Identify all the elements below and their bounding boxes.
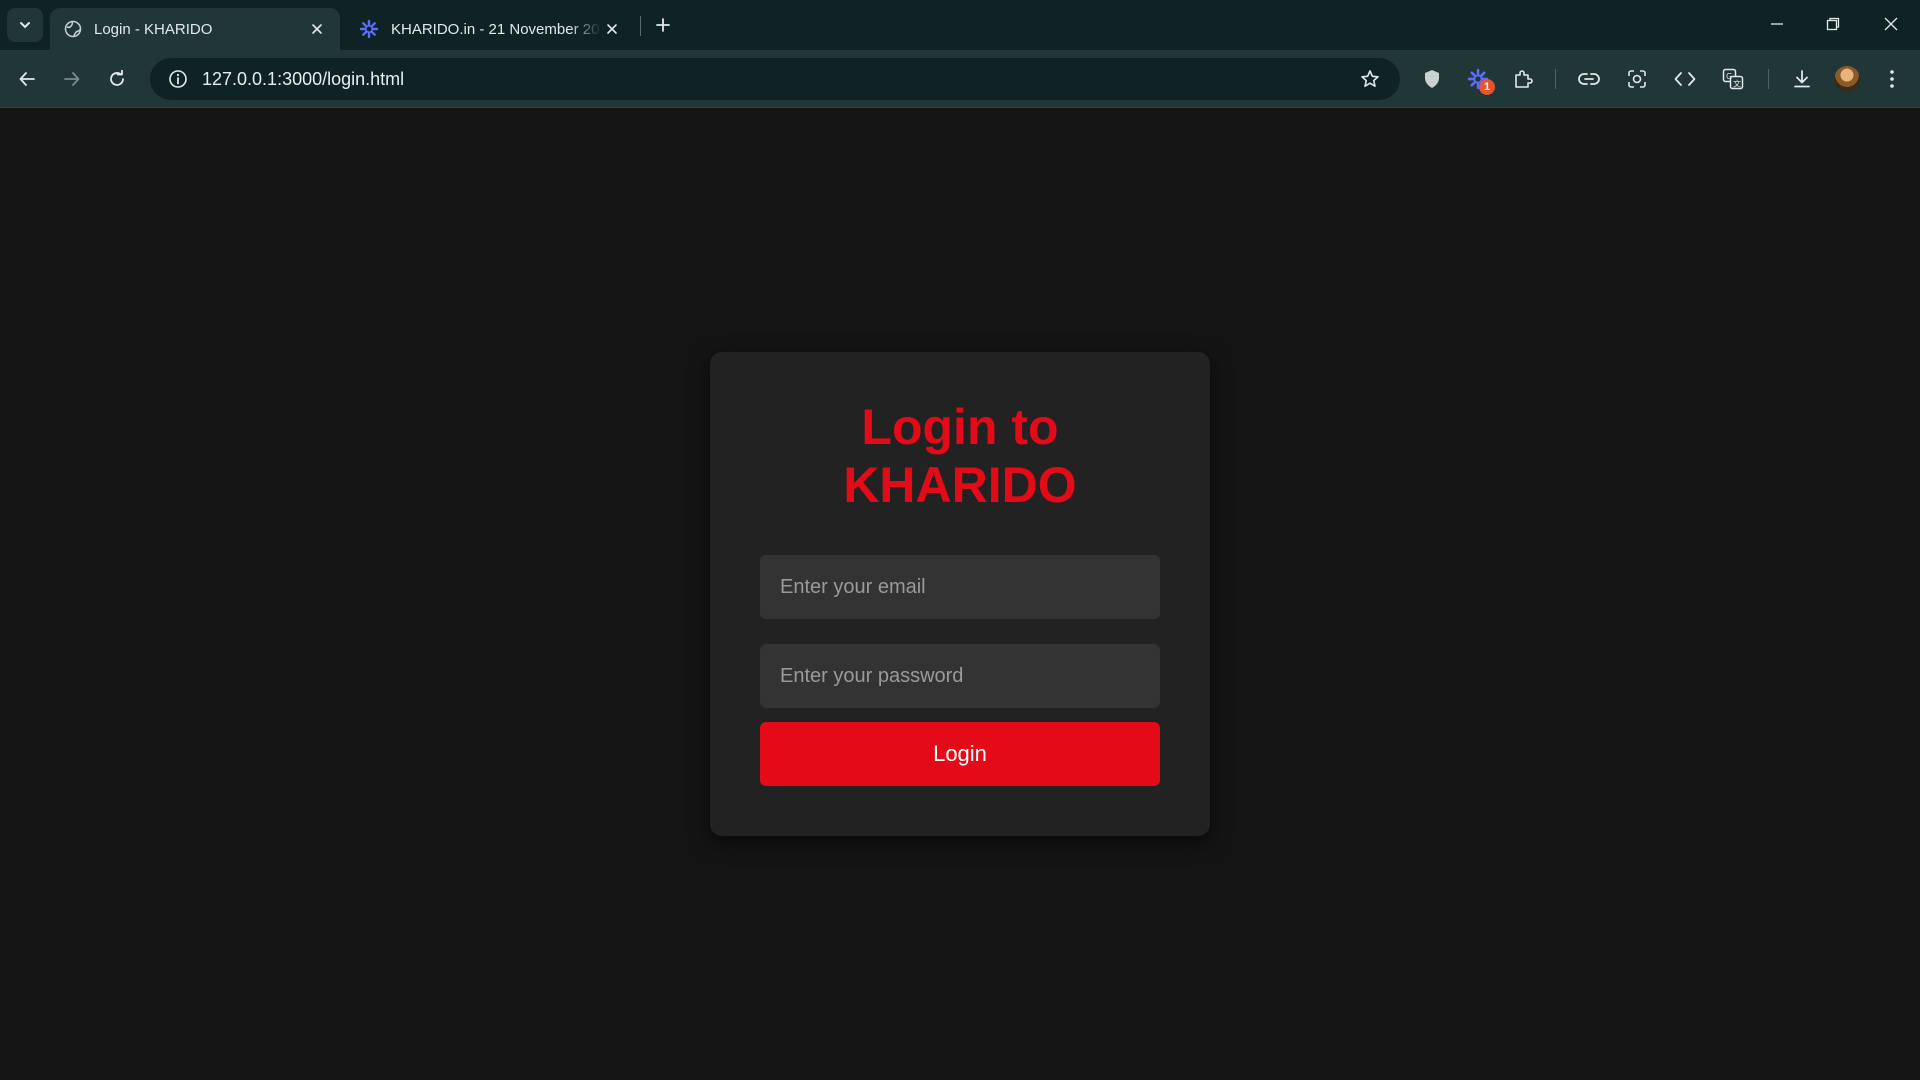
- arrow-right-icon: [64, 72, 80, 86]
- back-button[interactable]: [9, 61, 45, 97]
- address-bar[interactable]: 127.0.0.1:3000/login.html: [150, 58, 1400, 100]
- page-viewport: Login to KHARIDO Login: [0, 109, 1920, 1080]
- login-heading-line1: Login to: [861, 399, 1059, 455]
- code-icon: [1674, 72, 1696, 86]
- tab-kharido-home[interactable]: KHARIDO.in - 21 November 2024: [345, 8, 635, 50]
- forward-button[interactable]: [54, 61, 90, 97]
- toolbar-divider: [1555, 69, 1556, 89]
- notification-badge: 1: [1479, 79, 1495, 95]
- password-field[interactable]: [760, 644, 1160, 708]
- email-field[interactable]: [760, 555, 1160, 619]
- more-vertical-icon: [1890, 70, 1894, 88]
- info-icon: [169, 70, 187, 88]
- tab-search-button[interactable]: [7, 8, 43, 42]
- puzzle-icon: [1515, 70, 1533, 88]
- download-icon: [1794, 70, 1810, 88]
- close-window-button[interactable]: [1868, 6, 1914, 42]
- tab-close-button[interactable]: [306, 18, 328, 40]
- minimize-icon: [1771, 23, 1783, 25]
- site-info-button[interactable]: [158, 58, 198, 100]
- tab-title: Login - KHARIDO: [94, 20, 213, 38]
- avatar: [1834, 66, 1860, 92]
- close-icon: [607, 24, 617, 34]
- browser-toolbar: 127.0.0.1:3000/login.html 1 G 文: [0, 50, 1920, 108]
- toolbar-divider: [1768, 69, 1769, 89]
- login-card: Login to KHARIDO Login: [710, 352, 1210, 836]
- new-tab-button[interactable]: [648, 10, 678, 40]
- globe-icon: [64, 20, 82, 38]
- tab-login[interactable]: Login - KHARIDO: [50, 8, 340, 50]
- close-icon: [1884, 17, 1898, 31]
- reload-button[interactable]: [99, 61, 135, 97]
- camera-icon: [1628, 70, 1646, 88]
- link-icon: [1578, 73, 1600, 85]
- profile-button[interactable]: [1829, 61, 1865, 97]
- close-icon: [312, 24, 322, 34]
- login-button[interactable]: Login: [760, 722, 1160, 786]
- minimize-button[interactable]: [1754, 6, 1800, 42]
- star-icon: [1361, 70, 1379, 87]
- tab-close-button[interactable]: [601, 18, 623, 40]
- tab-title: KHARIDO.in - 21 November 2024: [391, 20, 601, 38]
- chevron-down-icon: [20, 22, 30, 29]
- translate-button[interactable]: G 文: [1715, 61, 1751, 97]
- gear-flower-icon: [359, 19, 379, 39]
- copy-link-button[interactable]: [1571, 61, 1607, 97]
- browser-menu-button[interactable]: [1874, 61, 1910, 97]
- extension-with-badge-button[interactable]: 1: [1460, 61, 1496, 97]
- tab-divider: [640, 16, 641, 36]
- restore-icon: [1826, 17, 1840, 31]
- url-text[interactable]: 127.0.0.1:3000/login.html: [202, 69, 1350, 90]
- screenshot-button[interactable]: [1619, 61, 1655, 97]
- downloads-button[interactable]: [1784, 61, 1820, 97]
- restore-button[interactable]: [1810, 6, 1856, 42]
- extensions-button[interactable]: [1505, 61, 1541, 97]
- shield-icon: [1425, 70, 1439, 88]
- translate-icon: G 文: [1722, 68, 1744, 90]
- svg-text:文: 文: [1733, 79, 1741, 89]
- plus-icon: [656, 18, 670, 32]
- tab-strip: Login - KHARIDO KHARIDO.in - 21 November…: [0, 0, 1920, 50]
- svg-text:G: G: [1726, 72, 1732, 81]
- reload-icon: [110, 70, 124, 86]
- bookmark-button[interactable]: [1350, 58, 1390, 100]
- shield-extension-button[interactable]: [1414, 61, 1450, 97]
- developer-tools-button[interactable]: [1667, 61, 1703, 97]
- arrow-left-icon: [19, 72, 35, 86]
- login-heading-line2: KHARIDO: [843, 457, 1077, 513]
- login-heading: Login to KHARIDO: [710, 398, 1210, 514]
